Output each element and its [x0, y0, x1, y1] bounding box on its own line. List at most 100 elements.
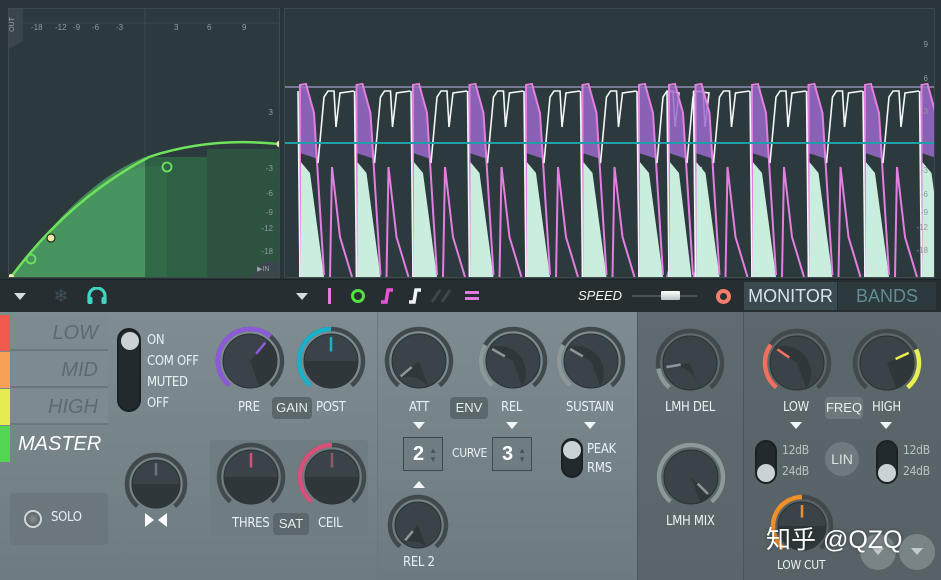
mode-option-muted[interactable]: MUTED — [147, 375, 188, 390]
env-button[interactable]: ENV — [450, 397, 488, 419]
post-gain-knob[interactable] — [296, 326, 366, 396]
low-slope-24-label: 24dB — [782, 464, 809, 478]
low-dropdown-icon[interactable] — [790, 422, 802, 429]
transfer-curve-panel[interactable]: OUT ▶IN -18 -12 -9 -6 -3 3 6 9 3 -3 -6 -9 -12 -18 — [8, 8, 280, 278]
axis-tick-label: 6 — [207, 23, 212, 32]
white-slope-icon[interactable] — [406, 286, 424, 306]
low-slope-switch[interactable] — [755, 440, 777, 484]
peak-rms-switch[interactable] — [561, 438, 583, 478]
pre-gain-knob[interactable] — [215, 326, 285, 396]
axis-tick-label: -3 — [265, 164, 273, 173]
knob-shade — [305, 477, 359, 504]
mode-switch[interactable] — [117, 328, 141, 412]
dim-slope-icon[interactable] — [430, 286, 456, 306]
freeze-icon[interactable]: ❄ — [50, 285, 72, 307]
tab-bands[interactable]: BANDS — [838, 282, 936, 310]
high-dropdown-icon[interactable] — [880, 422, 892, 429]
thres-label: THRES — [232, 516, 270, 531]
axis-tick-label: -6 — [92, 23, 100, 32]
lmh-mix-label: LMH MIX — [666, 514, 715, 529]
release-knob[interactable] — [478, 326, 548, 396]
high-freq-knob[interactable] — [852, 328, 922, 398]
attack-knob[interactable] — [384, 326, 454, 396]
axis-tick-label: 3 — [174, 23, 179, 32]
display-menu-dropdown[interactable] — [294, 290, 310, 302]
high-label: HIGH — [872, 400, 901, 415]
circle-toggle-icon[interactable] — [349, 287, 367, 305]
rel2-expand-icon[interactable] — [413, 481, 425, 488]
band-color-strip — [0, 352, 10, 388]
headphones-icon[interactable] — [86, 285, 108, 307]
speed-slider-thumb[interactable] — [661, 291, 680, 300]
release2-knob[interactable] — [387, 494, 449, 556]
post-label: POST — [316, 400, 346, 415]
lin-button[interactable]: LIN — [825, 442, 859, 476]
low-label: LOW — [783, 400, 809, 415]
curve-right-stepper[interactable]: 3 ▲ ▼ — [492, 437, 532, 471]
bars-toggle-icon[interactable] — [462, 286, 482, 306]
scroll-down-button-2[interactable] — [899, 534, 935, 570]
freq-button[interactable]: FREQ — [825, 397, 863, 419]
low-freq-knob[interactable] — [762, 328, 832, 398]
axis-tick-label: -12 — [55, 23, 67, 32]
waveform-graph — [285, 82, 934, 277]
pink-slope-icon[interactable] — [378, 286, 396, 306]
lmh-mix-knob[interactable] — [656, 442, 726, 512]
stereo-width-knob[interactable] — [124, 452, 188, 516]
speed-label: SPEED — [578, 288, 623, 303]
high-slope-12-label: 12dB — [903, 443, 930, 457]
band-color-strip — [0, 315, 10, 351]
mode-option-on[interactable]: ON — [147, 333, 165, 348]
band-tab-mid[interactable]: MID — [10, 352, 108, 388]
peak-rms-thumb[interactable] — [563, 441, 581, 459]
axis-tick-label: -6 — [265, 189, 273, 198]
gain-button[interactable]: GAIN — [272, 397, 312, 419]
solo-button[interactable]: SOLO — [10, 493, 108, 545]
axis-tick-label: -9 — [73, 23, 81, 32]
curve-right-value: 3 — [502, 443, 514, 465]
mode-option-off[interactable]: OFF — [147, 396, 169, 411]
ceiling-knob[interactable] — [297, 442, 367, 512]
att-dropdown-icon[interactable] — [413, 422, 425, 429]
mode-option-com-off[interactable]: COM OFF — [147, 354, 199, 369]
axis-tick-label: 6 — [923, 74, 928, 83]
high-slope-switch[interactable] — [876, 440, 898, 484]
rel2-label: REL 2 — [403, 555, 435, 570]
tab-monitor[interactable]: MONITOR — [744, 282, 837, 310]
solo-led-icon — [24, 510, 42, 528]
axis-tick-label: 3 — [268, 108, 273, 117]
waveform-panel: 9 6 3 -3 -6 -9 -12 -18 — [284, 8, 935, 278]
curve-point-handle — [46, 233, 56, 243]
mode-switch-thumb[interactable] — [121, 332, 139, 350]
solo-label: SOLO — [51, 510, 82, 525]
curve-menu-dropdown[interactable] — [12, 290, 28, 302]
band-tab-low[interactable]: LOW — [10, 315, 108, 351]
knob-shade — [132, 484, 180, 508]
low-slope-thumb[interactable] — [757, 464, 775, 482]
toolbar: ❄ SPEED MONITOR BANDS — [0, 280, 941, 312]
axis-tick-label: 3 — [923, 107, 928, 116]
stereo-width-icon — [145, 512, 167, 533]
peak-line-toggle-icon[interactable] — [323, 286, 335, 306]
sustain-dropdown-icon[interactable] — [584, 422, 596, 429]
curve-left-stepper[interactable]: 2 ▲ ▼ — [403, 437, 443, 471]
peak-label: PEAK — [587, 442, 616, 457]
transfer-curve-graph[interactable] — [9, 9, 280, 278]
threshold-knob[interactable] — [216, 442, 286, 512]
high-slope-thumb[interactable] — [878, 464, 896, 482]
sustain-label: SUSTAIN — [566, 400, 614, 415]
record-icon[interactable] — [714, 287, 732, 305]
axis-tick-label: -6 — [920, 190, 928, 199]
axis-tick-label: 9 — [242, 23, 247, 32]
ceil-label: CEIL — [318, 516, 343, 531]
band-tab-high[interactable]: HIGH — [10, 389, 108, 425]
rel-dropdown-icon[interactable] — [506, 422, 518, 429]
waveform-body — [921, 161, 934, 277]
speed-slider[interactable] — [632, 291, 697, 300]
sat-button[interactable]: SAT — [273, 513, 309, 535]
knob-shade — [224, 477, 278, 504]
sustain-knob[interactable] — [556, 326, 626, 396]
low-slope-12-label: 12dB — [782, 443, 809, 457]
band-tab-master[interactable]: MASTER — [10, 426, 108, 462]
lmh-delay-knob[interactable] — [655, 328, 725, 398]
